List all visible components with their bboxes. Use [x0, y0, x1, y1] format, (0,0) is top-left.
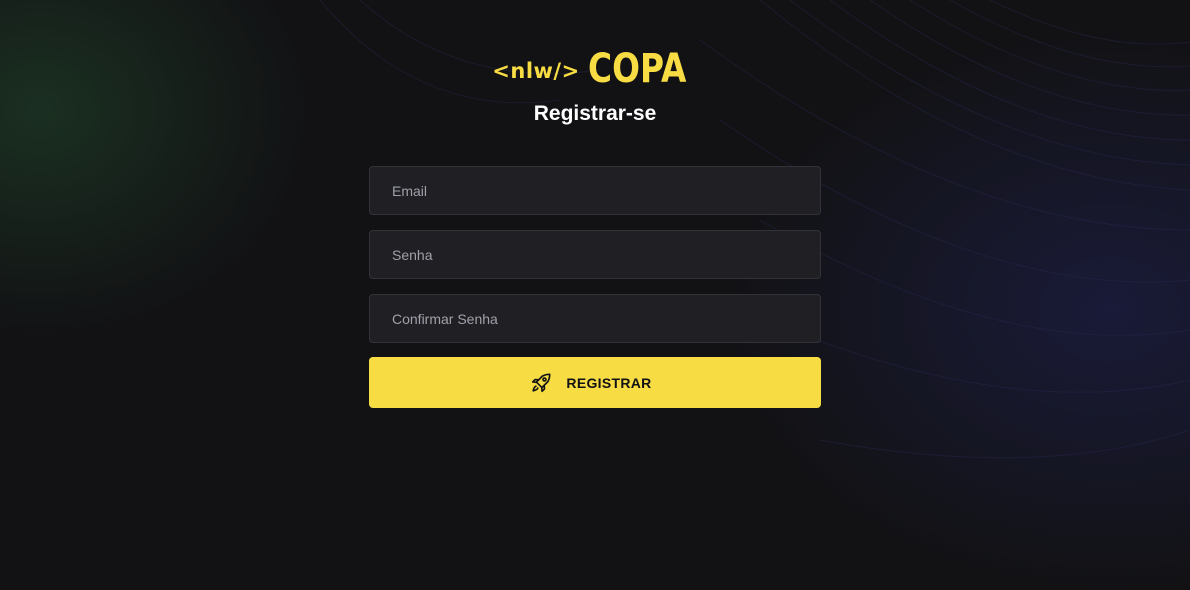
- nlw-copa-logo: <nlw/> COPA: [492, 48, 697, 90]
- register-page: <nlw/> COPA Registrar-se Email REGISTRAR: [0, 0, 1190, 590]
- register-form: REGISTRAR: [369, 166, 821, 408]
- password-field[interactable]: [392, 246, 820, 263]
- logo-tag-text: <nlw/>: [492, 58, 580, 83]
- email-field[interactable]: [392, 182, 820, 199]
- register-button[interactable]: REGISTRAR: [369, 357, 821, 408]
- register-button-label: REGISTRAR: [566, 374, 652, 391]
- logo-name-text: COPA: [587, 46, 687, 92]
- password-field-container: [369, 230, 821, 279]
- rocket-icon: [530, 372, 552, 394]
- register-panel: <nlw/> COPA Registrar-se Email REGISTRAR: [369, 0, 821, 408]
- page-title: Registrar-se: [533, 102, 657, 125]
- confirm-password-field[interactable]: [392, 310, 820, 327]
- confirm-password-field-container: [369, 294, 821, 343]
- email-field-container: [369, 166, 821, 215]
